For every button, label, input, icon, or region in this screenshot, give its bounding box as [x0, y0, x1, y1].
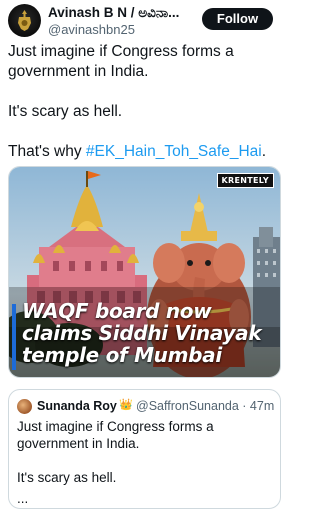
- quoted-text-line: ...: [17, 491, 29, 506]
- quoted-post[interactable]: Sunanda Roy 👑 @SaffronSunanda · 47m Just…: [8, 389, 281, 509]
- caption-line-text: temple of Mumbai: [22, 343, 222, 367]
- hashtag-link[interactable]: #EK_Hain_Toh_Safe_Hai: [86, 143, 262, 160]
- author-avatar[interactable]: [8, 4, 41, 37]
- quoted-text-line: It's scary as hell.: [17, 470, 117, 485]
- media-caption: WAQF board now claims Siddhi Vinayak tem…: [12, 300, 262, 370]
- author-handle[interactable]: @avinashbn25: [48, 22, 135, 37]
- caption-line-text: WAQF board now: [22, 299, 212, 323]
- quoted-author-name[interactable]: Sunanda Roy: [37, 399, 117, 413]
- caption-line-text: claims Siddhi Vinayak: [22, 321, 262, 345]
- post-text-line: It's scary as hell.: [8, 103, 123, 120]
- quoted-post-text: Just imagine if Congress forms a governm…: [17, 418, 272, 507]
- caption-line: WAQF board now: [22, 300, 262, 322]
- quoted-text-line: Just imagine if Congress forms a governm…: [17, 419, 214, 451]
- quoted-author-avatar[interactable]: [17, 399, 32, 414]
- post-text-prefix: That's why: [8, 143, 86, 160]
- caption-accent-bar: [12, 304, 16, 370]
- crest-icon: [18, 10, 31, 31]
- follow-button[interactable]: Follow: [202, 8, 273, 30]
- brand-logo: KRENTELY: [216, 173, 274, 188]
- author-name[interactable]: Avinash B N / ಅವಿನಾ...: [48, 5, 198, 21]
- quoted-handle-time[interactable]: @SaffronSunanda · 47m: [136, 399, 274, 413]
- crown-badge-icon: 👑: [119, 399, 133, 411]
- caption-line: claims Siddhi Vinayak: [22, 322, 262, 344]
- post-text: Just imagine if Congress forms a governm…: [8, 42, 278, 162]
- post-header: Avinash B N / ಅವಿನಾ... @avinashbn25 Foll…: [8, 4, 281, 38]
- caption-line: temple of Mumbai: [22, 344, 262, 366]
- post-text-line: Just imagine if Congress forms a governm…: [8, 43, 234, 80]
- post-text-line: That's why #EK_Hain_Toh_Safe_Hai.: [8, 142, 278, 162]
- post-text-suffix: .: [261, 143, 267, 160]
